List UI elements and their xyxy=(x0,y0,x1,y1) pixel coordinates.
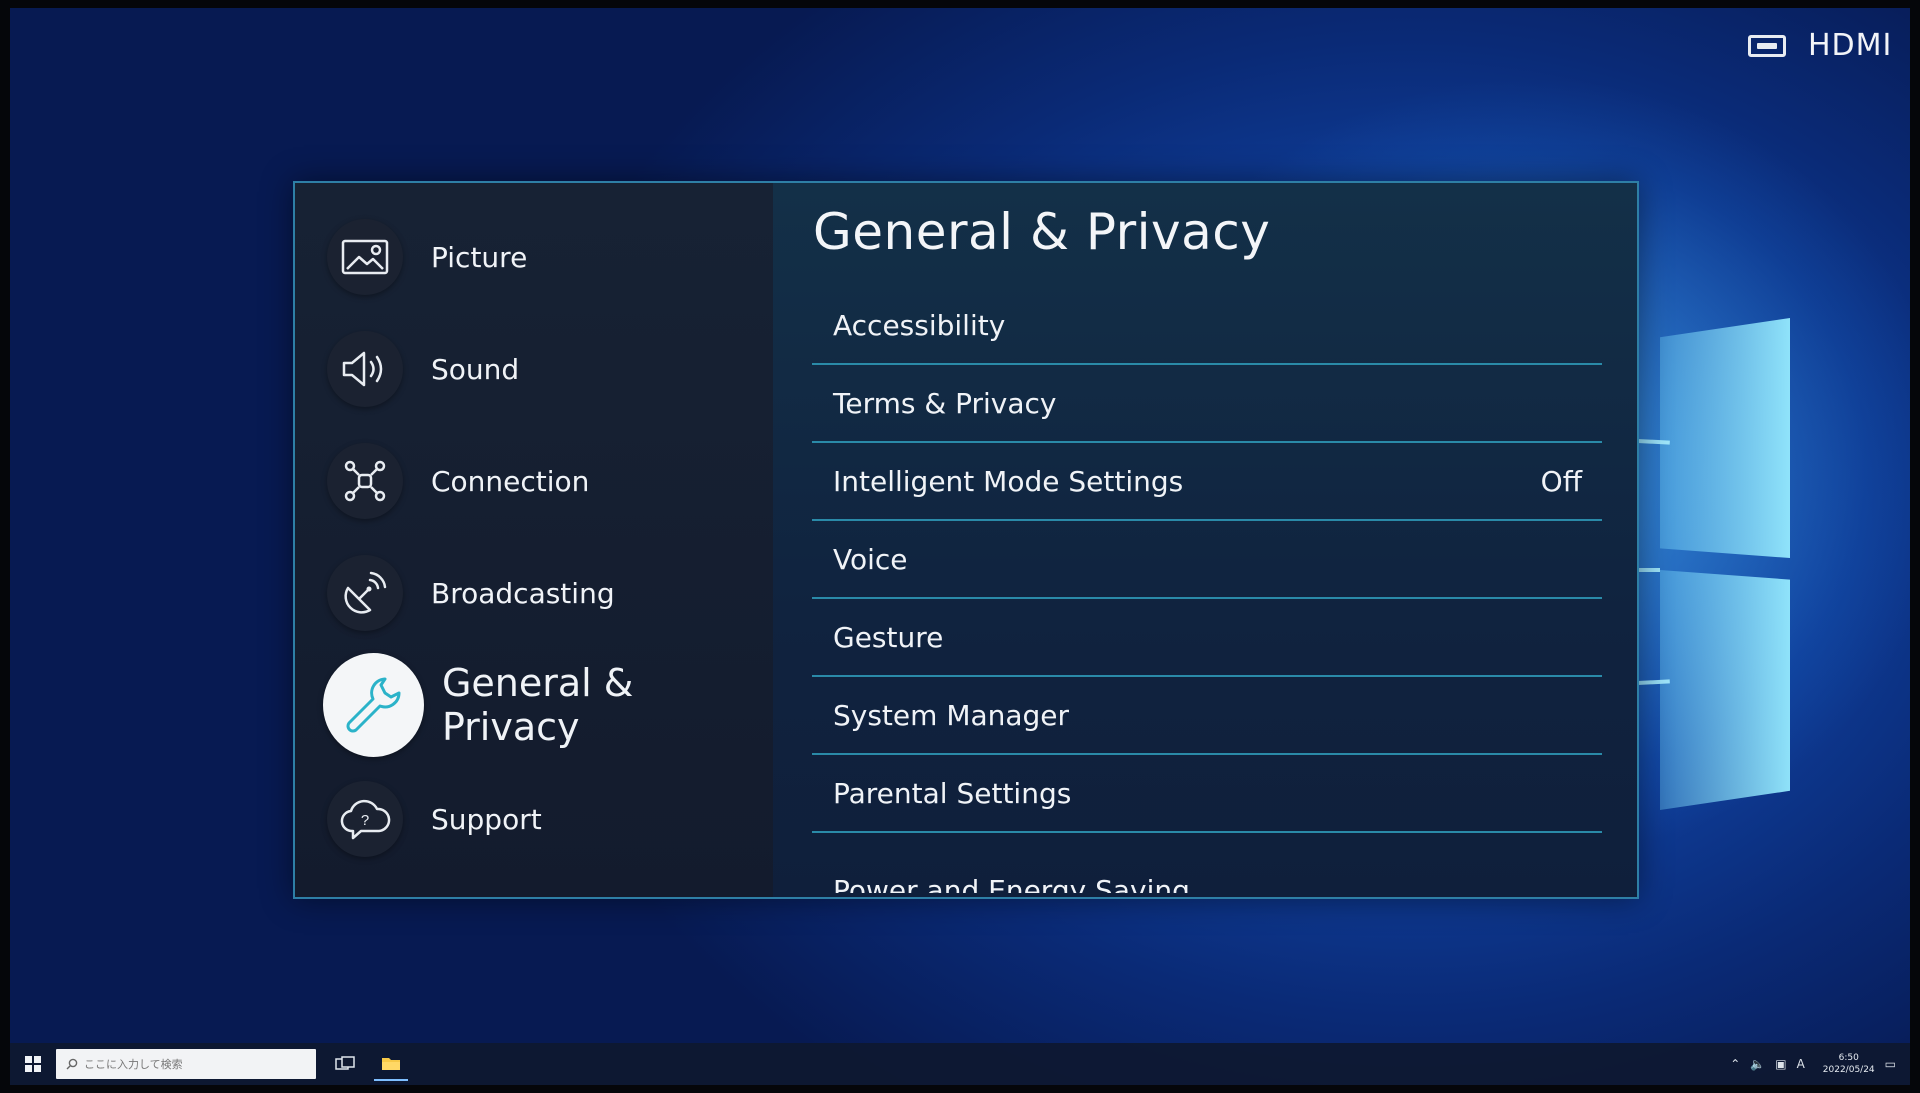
volume-icon[interactable]: 🔈 xyxy=(1750,1057,1765,1071)
menu-item-accessibility[interactable]: Accessibility xyxy=(812,287,1602,365)
task-view-button[interactable] xyxy=(328,1047,362,1081)
svg-text:?: ? xyxy=(361,812,369,829)
menu-item-voice[interactable]: Voice xyxy=(812,521,1602,599)
nav-label: Connection xyxy=(431,464,590,498)
settings-panel: Picture Sound Connection Broadcasting Ge… xyxy=(293,181,1639,899)
menu-item-label: System Manager xyxy=(833,698,1070,732)
notification-icon[interactable]: ▭ xyxy=(1885,1057,1896,1071)
menu-item-label: Voice xyxy=(833,542,908,576)
menu-item-label: Gesture xyxy=(833,620,944,654)
chevron-up-icon[interactable]: ⌃ xyxy=(1730,1057,1740,1071)
speaker-icon xyxy=(327,331,403,407)
nav-item-broadcasting[interactable]: Broadcasting xyxy=(327,555,615,631)
picture-icon xyxy=(327,219,403,295)
windows-logo-light-pane xyxy=(1660,318,1790,558)
search-icon xyxy=(66,1058,78,1070)
menu-item-value: Off xyxy=(1540,464,1582,498)
start-button[interactable] xyxy=(18,1049,48,1079)
network-icon[interactable]: ▣ xyxy=(1775,1057,1786,1071)
settings-menu-list: Accessibility Terms & Privacy Intelligen… xyxy=(812,287,1602,893)
menu-item-label: Parental Settings xyxy=(833,776,1072,810)
clock-time: 6:50 xyxy=(1838,1053,1859,1063)
help-cloud-icon: ? xyxy=(327,781,403,857)
nav-item-picture[interactable]: Picture xyxy=(327,219,527,295)
settings-category-nav: Picture Sound Connection Broadcasting Ge… xyxy=(295,183,773,897)
nav-label: Broadcasting xyxy=(431,576,615,610)
menu-item-label: Power and Energy Saving xyxy=(833,874,1190,893)
nav-item-sound[interactable]: Sound xyxy=(327,331,519,407)
menu-item-terms-privacy[interactable]: Terms & Privacy xyxy=(812,365,1602,443)
menu-item-label: Terms & Privacy xyxy=(833,386,1057,420)
clock-date: 2022/05/24 xyxy=(1822,1065,1875,1075)
ime-indicator[interactable]: A xyxy=(1797,1057,1805,1071)
menu-item-label: Intelligent Mode Settings xyxy=(833,464,1184,498)
source-indicator: HDMI xyxy=(1748,28,1892,63)
windows-logo-light-pane xyxy=(1660,570,1790,810)
wrench-icon xyxy=(323,653,424,757)
file-explorer-button[interactable] xyxy=(374,1047,408,1081)
network-icon xyxy=(327,443,403,519)
desktop-screen: HDMI Picture Sound Connection Broadcasti… xyxy=(10,8,1910,1085)
settings-detail-pane: General & Privacy Accessibility Terms & … xyxy=(773,183,1637,897)
nav-label: General & Privacy xyxy=(441,661,634,749)
nav-item-connection[interactable]: Connection xyxy=(327,443,589,519)
windows-taskbar: ここに入力して検索 ⌃ 🔈 ▣ A 6:50 2022/05/24 ▭ xyxy=(10,1043,1910,1085)
system-tray: ⌃ 🔈 ▣ A 6:50 2022/05/24 ▭ xyxy=(1730,1043,1896,1085)
nav-item-support[interactable]: ? Support xyxy=(327,781,542,857)
folder-icon xyxy=(382,1058,400,1070)
nav-label: Sound xyxy=(431,352,520,386)
menu-item-intelligent-mode[interactable]: Intelligent Mode Settings Off xyxy=(812,443,1602,521)
menu-item-power-energy[interactable]: Power and Energy Saving xyxy=(812,833,1602,893)
clock[interactable]: 6:50 2022/05/24 xyxy=(1823,1052,1875,1076)
menu-item-label: Accessibility xyxy=(833,308,1006,342)
nav-label: Picture xyxy=(431,240,528,274)
menu-item-gesture[interactable]: Gesture xyxy=(812,599,1602,677)
nav-item-general-privacy[interactable]: General & Privacy xyxy=(323,653,773,757)
source-label: HDMI xyxy=(1808,28,1893,63)
nav-label: Support xyxy=(431,802,542,836)
task-view-icon xyxy=(335,1056,355,1070)
satellite-icon xyxy=(327,555,403,631)
taskbar-search-box[interactable]: ここに入力して検索 xyxy=(56,1049,316,1079)
menu-item-parental-settings[interactable]: Parental Settings xyxy=(812,755,1602,833)
search-placeholder: ここに入力して検索 xyxy=(84,1058,183,1071)
hdmi-port-icon xyxy=(1748,34,1786,57)
windows-start-icon xyxy=(25,1056,41,1072)
menu-item-system-manager[interactable]: System Manager xyxy=(812,677,1602,755)
page-title: General & Privacy xyxy=(813,203,1271,261)
